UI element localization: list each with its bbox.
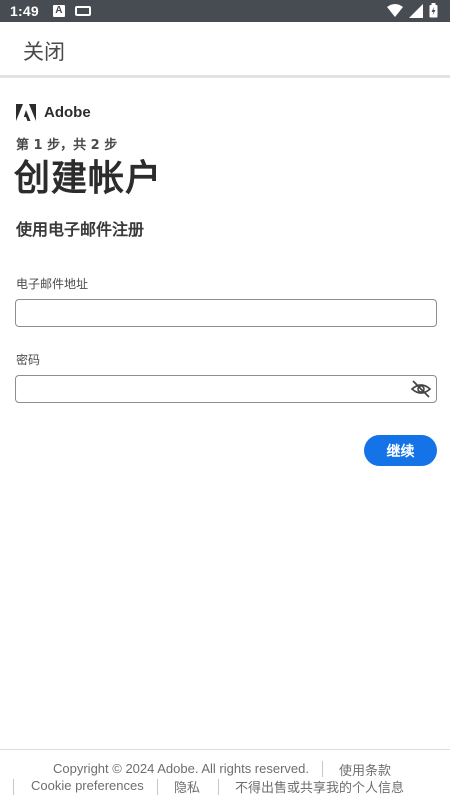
email-label: 电子邮件地址	[16, 277, 89, 291]
cookie-preferences-link[interactable]: Cookie preferences	[31, 778, 144, 793]
page-subtitle: 使用电子邮件注册	[16, 220, 145, 239]
footer-divider	[218, 779, 219, 795]
footer-divider	[13, 779, 14, 795]
footer-divider	[322, 761, 323, 777]
password-label: 密码	[16, 353, 41, 367]
status-time: 1:49	[10, 3, 39, 19]
continue-button[interactable]: 继续	[364, 435, 437, 466]
app-notification-icon: A	[52, 5, 65, 17]
status-icons	[387, 3, 438, 18]
adobe-logo-icon	[16, 104, 36, 121]
brand-name: Adobe	[44, 104, 91, 121]
close-button[interactable]: 关闭	[23, 36, 65, 66]
top-bar: 关闭	[0, 22, 450, 78]
copyright-text: Copyright © 2024 Adobe. All rights reser…	[53, 761, 310, 776]
status-bar: 1:49 A	[0, 0, 450, 22]
signal-icon	[409, 3, 423, 18]
wifi-icon	[387, 3, 403, 17]
toggle-password-visibility-icon[interactable]	[410, 378, 432, 400]
battery-icon	[429, 3, 438, 18]
privacy-link[interactable]: 隐私	[174, 777, 200, 796]
footer: Copyright © 2024 Adobe. All rights reser…	[0, 749, 450, 800]
footer-divider	[157, 779, 158, 795]
email-field[interactable]	[15, 299, 437, 327]
keyboard-icon	[74, 6, 91, 16]
password-field[interactable]	[15, 375, 437, 403]
do-not-sell-link[interactable]: 不得出售或共享我的个人信息	[235, 777, 404, 796]
adobe-brand: Adobe	[16, 104, 91, 121]
page-title: 创建帐户	[14, 158, 163, 199]
